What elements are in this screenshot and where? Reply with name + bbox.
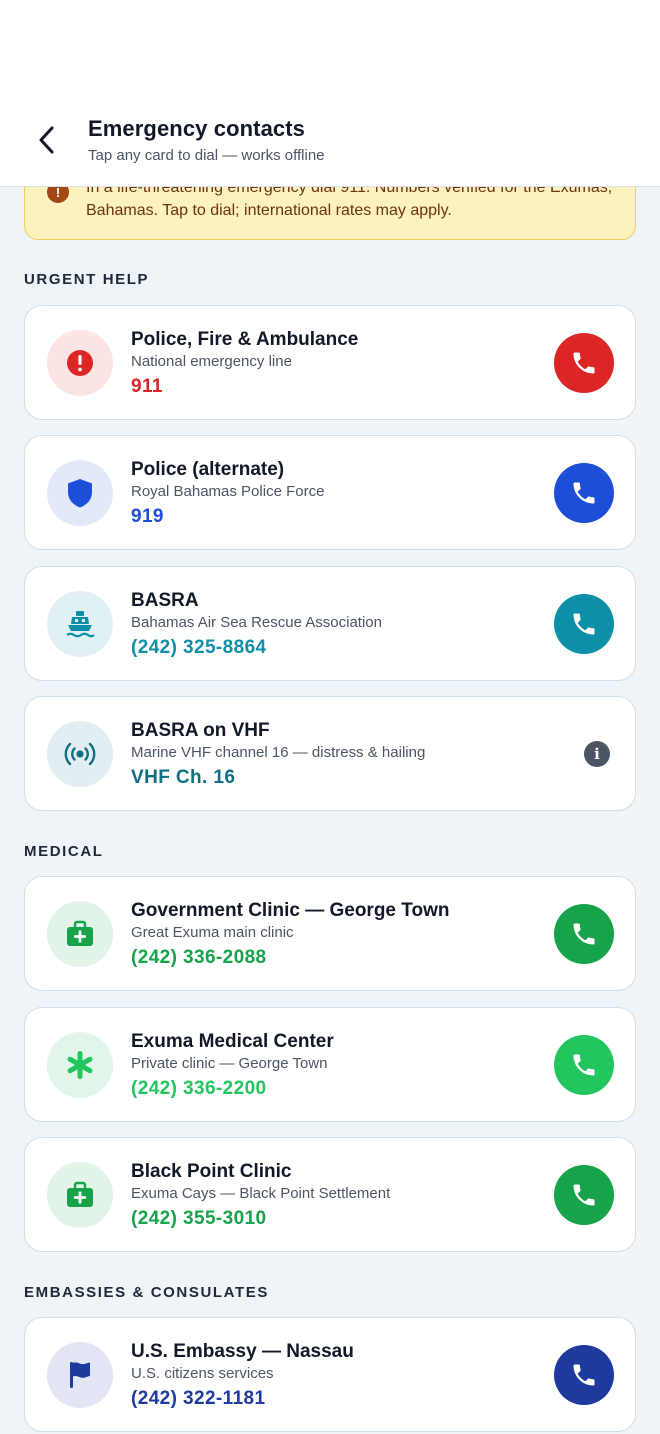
section-heading-urgent: URGENT HELP (24, 271, 150, 288)
call-button[interactable] (554, 904, 614, 964)
phone-icon (573, 352, 595, 374)
shield-icon (68, 479, 92, 508)
call-button[interactable] (554, 1345, 614, 1405)
contact-card[interactable]: BASRA on VHF Marine VHF channel 16 — dis… (24, 696, 636, 811)
app-header: Emergency contacts Tap any card to dial … (0, 0, 660, 187)
contact-card[interactable]: U.S. Embassy — Nassau U.S. citizens serv… (24, 1317, 636, 1432)
contact-description: Exuma Cays — Black Point Settlement (131, 1185, 391, 1202)
contact-description: Great Exuma main clinic (131, 924, 294, 941)
contact-icon-badge (47, 460, 113, 526)
medkit-icon (67, 1181, 93, 1207)
medkit-icon (67, 920, 93, 946)
contact-title: Black Point Clinic (131, 1161, 292, 1182)
phone-icon (573, 1054, 595, 1076)
info-button[interactable]: i (584, 741, 610, 767)
contact-icon-badge (47, 1032, 113, 1098)
back-button[interactable] (30, 122, 64, 158)
contact-icon-badge (47, 1342, 113, 1408)
contact-title: Police, Fire & Ambulance (131, 329, 359, 350)
contact-description: Private clinic — George Town (131, 1055, 328, 1072)
contact-title: BASRA on VHF (131, 720, 270, 741)
page-subtitle: Tap any card to dial — works offline (88, 147, 325, 164)
contact-card[interactable]: Exuma Medical Center Private clinic — Ge… (24, 1007, 636, 1122)
phone-icon (573, 1184, 595, 1206)
contact-card[interactable]: Black Point Clinic Exuma Cays — Black Po… (24, 1137, 636, 1252)
phone-icon (573, 1364, 595, 1386)
page-title: Emergency contacts (88, 116, 305, 141)
contact-number: VHF Ch. 16 (131, 767, 236, 788)
contact-number: (242) 336-2200 (131, 1078, 267, 1099)
call-button[interactable] (554, 333, 614, 393)
phone-icon (573, 923, 595, 945)
contact-icon-badge (47, 721, 113, 787)
contact-title: BASRA (131, 590, 199, 611)
contact-number: (242) 325-8864 (131, 637, 267, 658)
contact-number: 911 (131, 376, 163, 397)
contact-title: Exuma Medical Center (131, 1031, 334, 1052)
contact-title: Government Clinic — George Town (131, 900, 450, 921)
contact-description: Marine VHF channel 16 — distress & haili… (131, 744, 426, 761)
contact-description: National emergency line (131, 353, 292, 370)
contact-card[interactable]: Police, Fire & Ambulance National emerge… (24, 305, 636, 420)
contact-title: Police (alternate) (131, 459, 285, 480)
contact-description: U.S. citizens services (131, 1365, 274, 1382)
boat-icon (66, 611, 95, 638)
contact-icon-badge (47, 1162, 113, 1228)
chevron-left-icon (39, 126, 54, 154)
radio-icon (64, 742, 96, 766)
contact-description: Royal Bahamas Police Force (131, 483, 325, 500)
call-button[interactable] (554, 594, 614, 654)
contact-number: (242) 336-2088 (131, 947, 267, 968)
alert-icon (67, 350, 93, 376)
contact-card[interactable]: Police (alternate) Royal Bahamas Police … (24, 435, 636, 550)
call-button[interactable] (554, 463, 614, 523)
contact-card[interactable]: Government Clinic — George Town Great Ex… (24, 876, 636, 991)
contact-number: (242) 322-1181 (131, 1388, 266, 1409)
phone-icon (573, 613, 595, 635)
contact-number: (242) 355-3010 (131, 1208, 267, 1229)
contact-title: U.S. Embassy — Nassau (131, 1341, 354, 1362)
contact-icon-badge (47, 330, 113, 396)
call-button[interactable] (554, 1035, 614, 1095)
asterisk-icon (67, 1051, 93, 1079)
section-heading-embassies: EMBASSIES & CONSULATES (24, 1284, 269, 1301)
contact-description: Bahamas Air Sea Rescue Association (131, 614, 382, 631)
phone-icon (573, 482, 595, 504)
info-icon: i (594, 745, 600, 763)
contact-icon-badge (47, 591, 113, 657)
call-button[interactable] (554, 1165, 614, 1225)
contact-number: 919 (131, 506, 164, 527)
contact-icon-badge (47, 901, 113, 967)
section-heading-medical: MEDICAL (24, 843, 104, 860)
flag-icon (70, 1362, 90, 1388)
contact-card[interactable]: BASRA Bahamas Air Sea Rescue Association… (24, 566, 636, 681)
